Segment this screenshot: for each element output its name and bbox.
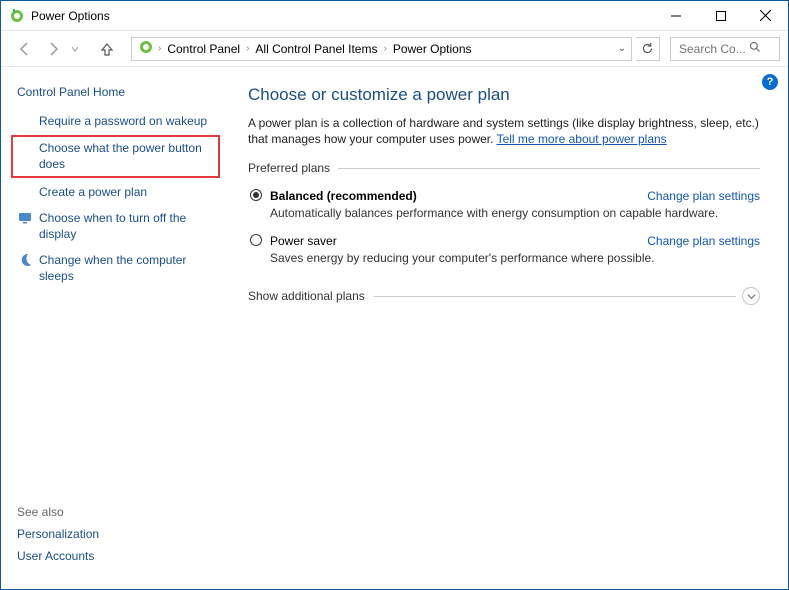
minimize-button[interactable] <box>653 1 698 30</box>
content-body: Control Panel Home Require a password on… <box>1 67 788 589</box>
preferred-plans-header: Preferred plans <box>248 161 760 175</box>
radio-balanced[interactable] <box>250 189 262 201</box>
up-button[interactable] <box>95 37 119 61</box>
sidebar-item-create-plan[interactable]: Create a power plan <box>17 184 216 200</box>
address-bar[interactable]: › Control Panel › All Control Panel Item… <box>131 37 632 61</box>
search-box[interactable] <box>670 37 780 61</box>
toolbar: › Control Panel › All Control Panel Item… <box>1 31 788 67</box>
sidebar-item-label: Require a password on wakeup <box>39 113 216 129</box>
sidebar-item-label: Create a power plan <box>39 184 216 200</box>
show-more-label: Show additional plans <box>248 289 373 303</box>
history-dropdown[interactable] <box>69 37 81 61</box>
section-label: Preferred plans <box>248 161 338 175</box>
plan-name[interactable]: Balanced (recommended) <box>270 189 417 203</box>
divider <box>373 296 736 297</box>
chevron-right-icon: › <box>381 43 388 54</box>
close-button[interactable] <box>743 1 788 30</box>
refresh-button[interactable] <box>636 37 660 61</box>
change-plan-settings-link[interactable]: Change plan settings <box>647 234 760 248</box>
breadcrumb-item[interactable]: All Control Panel Items <box>251 42 381 56</box>
highlight-annotation: Choose what the power button does <box>11 135 220 178</box>
power-options-icon <box>138 39 154 58</box>
see-also-heading: See also <box>17 505 99 519</box>
search-input[interactable] <box>677 41 749 57</box>
sidebar-item-label: Change when the computer sleeps <box>39 252 216 284</box>
see-also-section: See also Personalization User Accounts <box>17 505 99 571</box>
plan-description: Automatically balances performance with … <box>270 206 760 220</box>
chevron-right-icon: › <box>156 43 163 54</box>
forward-button[interactable] <box>41 37 65 61</box>
see-also-user-accounts[interactable]: User Accounts <box>17 549 99 563</box>
control-panel-home-link[interactable]: Control Panel Home <box>17 85 216 99</box>
blank-icon <box>17 113 33 129</box>
learn-more-link[interactable]: Tell me more about power plans <box>497 132 667 146</box>
sidebar-item-computer-sleeps[interactable]: Change when the computer sleeps <box>17 252 216 284</box>
page-heading: Choose or customize a power plan <box>248 85 760 105</box>
show-additional-plans: Show additional plans <box>248 287 760 305</box>
breadcrumb-item[interactable]: Control Panel <box>163 42 244 56</box>
sidebar: Control Panel Home Require a password on… <box>1 67 228 589</box>
main-panel: Choose or customize a power plan A power… <box>228 67 788 589</box>
plan-power-saver: Power saver Change plan settings Saves e… <box>248 230 760 275</box>
plan-name[interactable]: Power saver <box>270 234 337 248</box>
divider <box>338 168 760 169</box>
title-bar: Power Options <box>1 1 788 31</box>
expand-button[interactable] <box>742 287 760 305</box>
sidebar-item-label: Choose what the power button does <box>39 140 214 172</box>
chevron-down-icon <box>747 292 756 301</box>
breadcrumb-item[interactable]: Power Options <box>389 42 476 56</box>
blank-icon <box>17 184 33 200</box>
blank-icon <box>17 140 33 156</box>
see-also-personalization[interactable]: Personalization <box>17 527 99 541</box>
window-title: Power Options <box>31 9 653 23</box>
page-description: A power plan is a collection of hardware… <box>248 115 760 147</box>
change-plan-settings-link[interactable]: Change plan settings <box>647 189 760 203</box>
sidebar-item-require-password[interactable]: Require a password on wakeup <box>17 113 216 129</box>
plan-balanced: Balanced (recommended) Change plan setti… <box>248 185 760 230</box>
address-dropdown[interactable]: ⌄ <box>613 43 631 54</box>
sidebar-item-turn-off-display[interactable]: Choose when to turn off the display <box>17 210 216 242</box>
back-button[interactable] <box>13 37 37 61</box>
display-icon <box>17 210 33 226</box>
help-button[interactable]: ? <box>762 74 778 90</box>
chevron-right-icon: › <box>244 43 251 54</box>
moon-icon <box>17 252 33 268</box>
maximize-button[interactable] <box>698 1 743 30</box>
plan-description: Saves energy by reducing your computer's… <box>270 251 760 265</box>
radio-power-saver[interactable] <box>250 234 262 246</box>
sidebar-item-label: Choose when to turn off the display <box>39 210 216 242</box>
search-icon[interactable] <box>749 41 761 56</box>
power-options-icon <box>9 8 25 24</box>
sidebar-item-power-button[interactable]: Choose what the power button does <box>17 140 214 172</box>
